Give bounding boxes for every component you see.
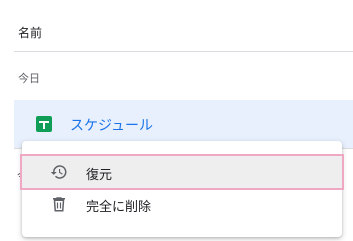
date-section-label: 今日 [18,72,40,85]
name-column-header[interactable]: 名前 [18,24,42,41]
delete-forever-menu-item[interactable]: 完全に削除 [22,188,342,220]
drive-trash-view: 名前 今日 スケジュール 今 復元 完全に削除 [0,0,353,241]
trash-icon [53,197,65,212]
restore-menu-item[interactable]: 復元 [20,154,344,190]
file-name[interactable]: スケジュール [70,115,153,135]
column-header-row: 名前 [14,0,353,52]
restore-history-icon [50,165,67,179]
google-sheets-icon [36,116,52,132]
context-menu: 復元 完全に削除 [20,141,344,237]
delete-forever-label: 完全に削除 [86,200,152,215]
restore-label: 復元 [86,168,113,183]
date-section-row: 今日 [14,52,353,99]
